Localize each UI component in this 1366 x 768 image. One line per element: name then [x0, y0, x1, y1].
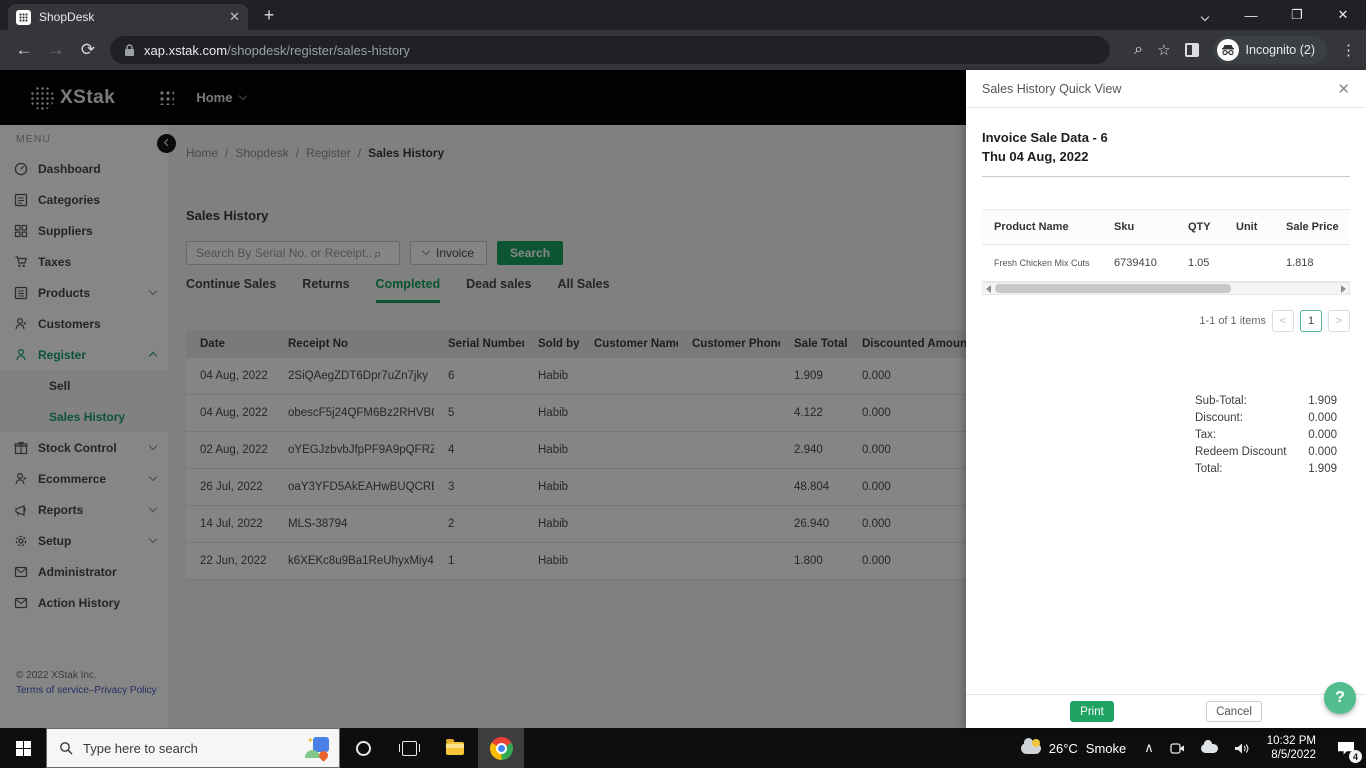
pagination-page-1-button[interactable]: 1	[1300, 310, 1322, 332]
browser-menu-icon[interactable]: ⋮	[1341, 41, 1356, 59]
weather-condition: Smoke	[1086, 741, 1126, 756]
notification-center-button[interactable]: 4	[1326, 728, 1366, 768]
file-explorer-button[interactable]	[432, 728, 478, 768]
taskbar-clock[interactable]: 10:32 PM 8/5/2022	[1257, 734, 1326, 762]
redeem-discount-label: Redeem Discount	[1195, 446, 1286, 463]
chrome-icon	[490, 737, 513, 760]
onedrive-icon[interactable]	[1193, 744, 1226, 753]
incognito-icon	[1217, 39, 1239, 61]
sales-history-quick-view-panel: Sales History Quick View ✕ Invoice Sale …	[966, 70, 1366, 728]
discount-value: 0.000	[1308, 412, 1337, 429]
clock-time: 10:32 PM	[1267, 734, 1316, 748]
cancel-button[interactable]: Cancel	[1206, 701, 1262, 722]
scrollbar-thumb[interactable]	[995, 284, 1231, 293]
print-button[interactable]: Print	[1070, 701, 1114, 722]
temperature: 26°C	[1049, 741, 1078, 756]
weather-widget[interactable]: 26°C Smoke	[1011, 741, 1137, 756]
incognito-label: Incognito (2)	[1246, 43, 1315, 57]
tax-label: Tax:	[1195, 429, 1216, 446]
invoice-items-table: Product NameSkuQTYUnitSale Price Fresh C…	[982, 209, 1350, 295]
bookmark-star-icon[interactable]: ☆	[1157, 41, 1170, 59]
help-button[interactable]: ?	[1324, 682, 1356, 714]
task-view-icon	[402, 741, 417, 756]
favicon-icon	[16, 10, 31, 25]
browser-tabstrip: ShopDesk ✕ + — ❐ ✕	[0, 0, 1366, 30]
horizontal-scrollbar[interactable]	[982, 282, 1350, 295]
scroll-left-icon[interactable]	[986, 285, 991, 293]
cortana-icon	[356, 741, 371, 756]
taskbar-search-placeholder: Type here to search	[83, 741, 295, 756]
total-label: Total:	[1195, 463, 1223, 480]
cortana-button[interactable]	[340, 728, 386, 768]
modal-dim-overlay	[0, 70, 966, 728]
invoice-title: Invoice Sale Data - 6	[982, 128, 1350, 147]
task-view-button[interactable]	[386, 728, 432, 768]
forward-button[interactable]: →	[40, 40, 72, 60]
lock-icon	[124, 44, 135, 57]
pagination: 1-1 of 1 items < 1 >	[1199, 310, 1350, 332]
scroll-right-icon[interactable]	[1341, 285, 1346, 293]
search-icon	[59, 741, 73, 755]
chrome-taskbar-button[interactable]	[478, 728, 524, 768]
volume-icon[interactable]	[1226, 742, 1257, 755]
tab-close-icon[interactable]: ✕	[229, 9, 240, 25]
subtotal-value: 1.909	[1308, 395, 1337, 412]
invoice-table-row[interactable]: Fresh Chicken Mix Cuts67394101.051.818	[982, 245, 1350, 282]
page: XStak Home MENU Dashboard Categories Sup…	[0, 70, 1366, 728]
close-window-button[interactable]: ✕	[1320, 7, 1366, 23]
subtotal-label: Sub-Total:	[1195, 395, 1247, 412]
invoice-date: Thu 04 Aug, 2022	[982, 147, 1350, 166]
restore-button[interactable]: ❐	[1274, 7, 1320, 23]
invoice-table-header: Product NameSkuQTYUnitSale Price	[982, 209, 1350, 245]
folder-icon	[446, 742, 464, 755]
tab-title: ShopDesk	[39, 10, 221, 24]
total-value: 1.909	[1308, 463, 1337, 480]
url-text: xap.xstak.com/shopdesk/register/sales-hi…	[144, 43, 410, 58]
pagination-prev-button[interactable]: <	[1272, 310, 1294, 332]
taskbar-search-box[interactable]: Type here to search ✦	[46, 728, 340, 768]
reload-button[interactable]: ⟳	[72, 40, 104, 60]
quick-view-footer: Print Cancel	[966, 694, 1366, 728]
totals-summary: Sub-Total: 1.909 Discount: 0.000 Tax: 0.000…	[1195, 395, 1337, 480]
quick-view-title: Sales History Quick View	[982, 82, 1121, 96]
windows-taskbar: Type here to search ✦ 26°C Smoke ∧ 10:32…	[0, 728, 1366, 768]
divider	[982, 176, 1350, 177]
screen: ShopDesk ✕ + — ❐ ✕ ← → ⟳ xap.xstak.com/s…	[0, 0, 1366, 768]
pagination-summary: 1-1 of 1 items	[1199, 315, 1266, 327]
redeem-discount-value: 0.000	[1308, 446, 1337, 463]
quick-view-close-icon[interactable]: ✕	[1337, 80, 1350, 98]
tab-search-chevron-icon[interactable]	[1182, 8, 1228, 23]
back-button[interactable]: ←	[8, 40, 40, 60]
notification-count-badge: 4	[1349, 750, 1362, 763]
discount-label: Discount:	[1195, 412, 1243, 429]
side-panel-icon[interactable]	[1185, 43, 1199, 57]
tray-chevron-icon[interactable]: ∧	[1136, 740, 1162, 756]
pagination-next-button[interactable]: >	[1328, 310, 1350, 332]
address-bar[interactable]: xap.xstak.com/shopdesk/register/sales-hi…	[110, 36, 1110, 64]
browser-tab[interactable]: ShopDesk ✕	[8, 4, 248, 30]
windows-logo-icon	[16, 741, 31, 756]
search-highlights-icon[interactable]: ✦	[305, 736, 331, 760]
start-button[interactable]	[0, 728, 46, 768]
incognito-badge: Incognito (2)	[1213, 36, 1327, 64]
meet-now-icon[interactable]	[1162, 742, 1193, 755]
minimize-button[interactable]: —	[1228, 8, 1274, 23]
tax-value: 0.000	[1308, 429, 1337, 446]
new-tab-button[interactable]: +	[256, 3, 282, 29]
clock-date: 8/5/2022	[1267, 748, 1316, 762]
weather-icon	[1021, 743, 1041, 754]
zoom-icon[interactable]: ⌕	[1134, 41, 1143, 59]
